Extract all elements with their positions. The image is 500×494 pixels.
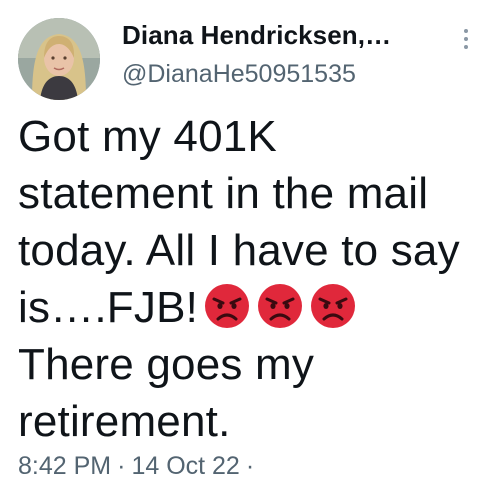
more-vertical-icon[interactable] [456, 26, 476, 56]
avatar-image [18, 18, 100, 100]
tweet-text-line-with-emoji: is….FJB! [18, 279, 488, 336]
tweet-text-line: Got my 401K [18, 112, 277, 161]
angry-face-emoji-icon [203, 282, 251, 330]
tweet-text-line: retirement. [18, 397, 231, 446]
author-display-name[interactable]: Diana Hendricksen,… [122, 20, 391, 51]
tweet-card: Diana Hendricksen,… @DianaHe50951535 Got… [0, 0, 500, 494]
tweet-text-line: today. All I have to say [18, 226, 460, 275]
tweet-text: Got my 401K statement in the mail today.… [18, 108, 488, 450]
tweet-time[interactable]: 8:42 PM [18, 452, 111, 480]
tweet-date[interactable]: 14 Oct 22 [131, 452, 239, 480]
author-handle[interactable]: @DianaHe50951535 [122, 60, 356, 89]
meta-separator: · [117, 452, 126, 480]
angry-face-emoji-icon [256, 282, 304, 330]
tweet-text-line: statement in the mail [18, 169, 429, 218]
angry-face-emoji-icon [309, 282, 357, 330]
tweet-metadata: 8:42 PM · 14 Oct 22 · [18, 452, 260, 481]
meta-separator: · [245, 452, 255, 480]
avatar[interactable] [18, 18, 100, 100]
tweet-text-line: There goes my [18, 340, 315, 389]
tweet-text-fragment: is….FJB! [18, 283, 199, 332]
